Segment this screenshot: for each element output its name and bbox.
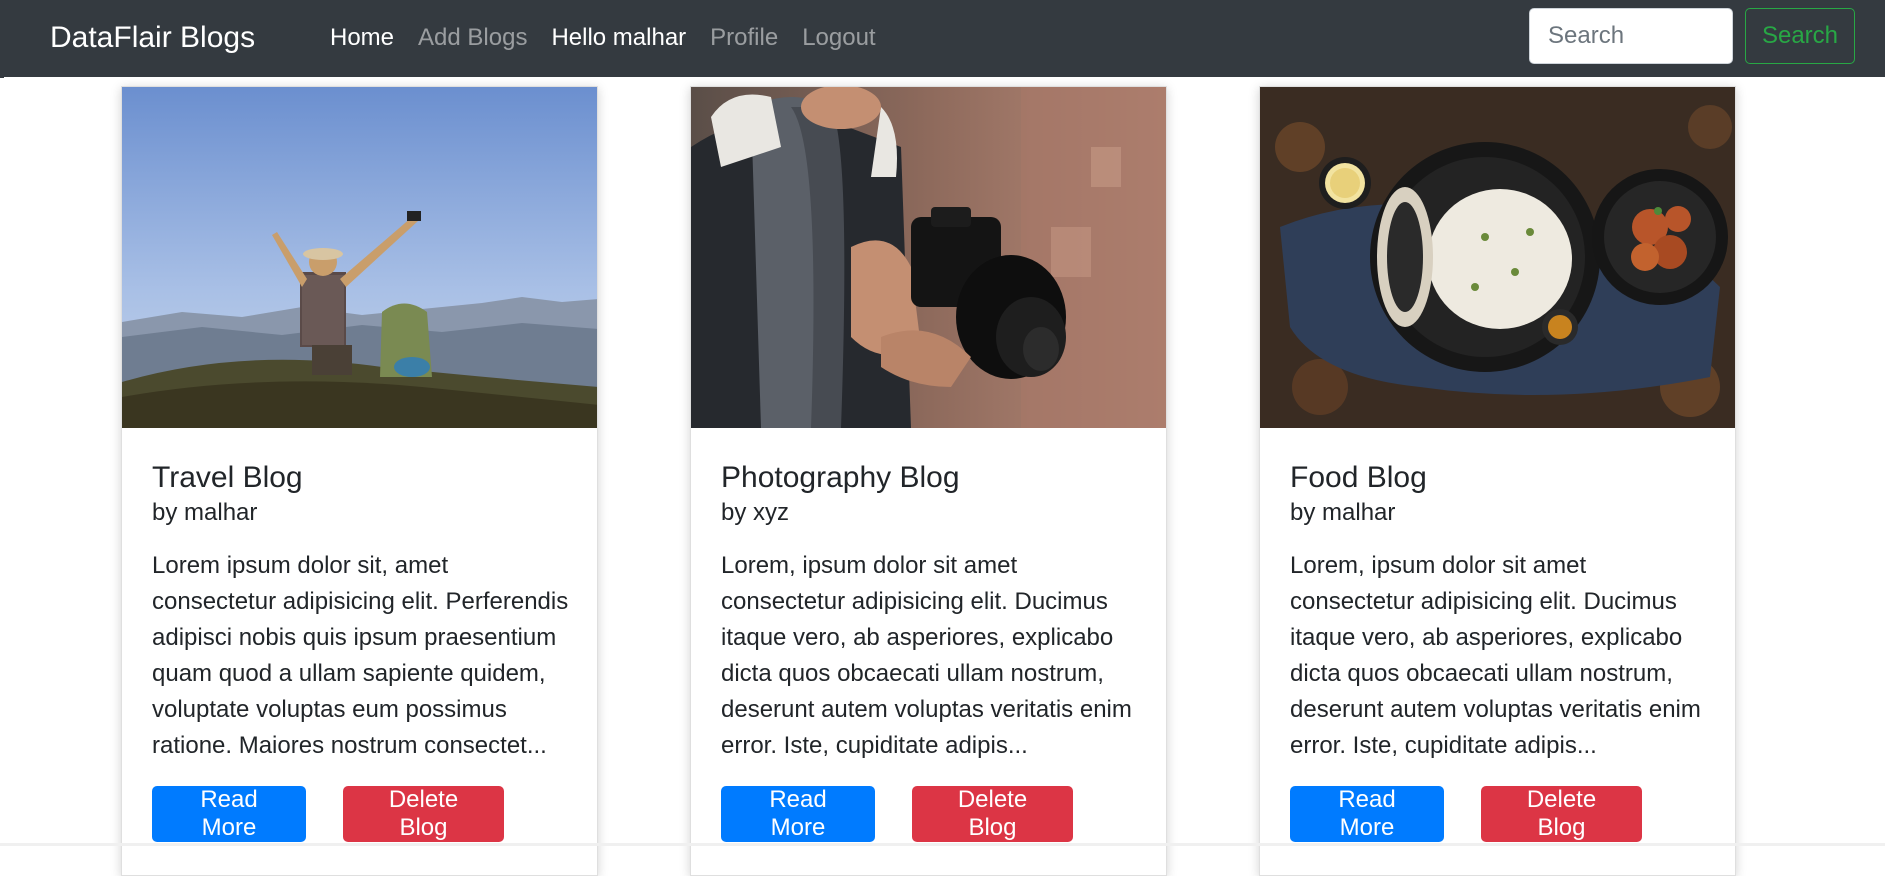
travel-blog-image (122, 87, 597, 428)
nav-user-greeting[interactable]: Hello malhar (551, 20, 686, 56)
card-title: Photography Blog (721, 461, 960, 494)
blog-card-photography: Photography Blog by xyz Lorem, ipsum dol… (690, 86, 1167, 876)
nav-logout[interactable]: Logout (802, 20, 875, 56)
card-author: by xyz (721, 499, 790, 526)
card-title: Food Blog (1290, 461, 1427, 494)
blog-card-travel: Travel Blog by malhar Lorem ipsum dolor … (121, 86, 598, 876)
card-excerpt: Lorem ipsum dolor sit, amet consectetur … (152, 552, 569, 759)
delete-blog-button[interactable]: Delete Blog (912, 786, 1073, 842)
search-form: Search (1529, 8, 1855, 64)
read-more-button[interactable]: Read More (1290, 786, 1444, 842)
blog-card-food: Food Blog by malhar Lorem, ipsum dolor s… (1259, 86, 1736, 876)
read-more-button[interactable]: Read More (721, 786, 875, 842)
card-author: by malhar (152, 499, 258, 526)
photography-blog-image (691, 87, 1166, 428)
nav-links: Home Add Blogs Hello malhar Profile Logo… (330, 20, 900, 56)
search-button[interactable]: Search (1745, 8, 1855, 64)
card-title: Travel Blog (152, 461, 303, 494)
navbar-edge (0, 74, 4, 78)
nav-add-blogs[interactable]: Add Blogs (418, 20, 527, 56)
card-excerpt: Lorem, ipsum dolor sit amet consectetur … (721, 552, 1132, 759)
read-more-button[interactable]: Read More (152, 786, 306, 842)
card-excerpt: Lorem, ipsum dolor sit amet consectetur … (1290, 552, 1701, 759)
nav-profile[interactable]: Profile (710, 20, 778, 56)
card-author: by malhar (1290, 499, 1396, 526)
food-blog-image (1260, 87, 1735, 428)
navbar: DataFlair Blogs Home Add Blogs Hello mal… (0, 0, 1885, 77)
delete-blog-button[interactable]: Delete Blog (343, 786, 504, 842)
delete-blog-button[interactable]: Delete Blog (1481, 786, 1642, 842)
nav-home[interactable]: Home (330, 20, 394, 56)
brand-link[interactable]: DataFlair Blogs (50, 18, 255, 58)
search-input[interactable] (1529, 8, 1733, 64)
